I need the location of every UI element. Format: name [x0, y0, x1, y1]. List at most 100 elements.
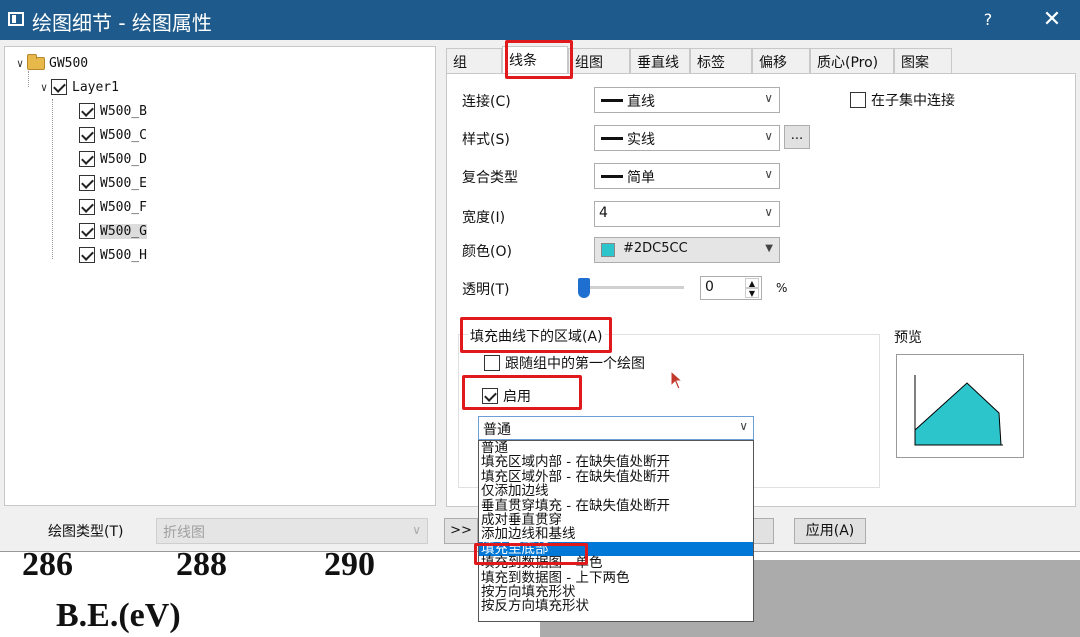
- window-title: 绘图细节 - 绘图属性: [32, 11, 212, 35]
- compound-type-value: 简单: [627, 170, 655, 186]
- follow-first-label: 跟随组中的第一个绘图: [505, 356, 645, 372]
- fill-mode-value: 普通: [483, 422, 511, 438]
- tree-label: W500_F: [100, 199, 147, 215]
- tree-label: W500_D: [100, 151, 147, 167]
- annotation-box-fill-group: [460, 317, 612, 353]
- close-button[interactable]: ✕: [1038, 6, 1066, 34]
- tree-item-plot[interactable]: W500_C: [79, 124, 147, 146]
- plot-checkbox[interactable]: [79, 127, 95, 143]
- plot-checkbox[interactable]: [79, 247, 95, 263]
- follow-first-option[interactable]: 跟随组中的第一个绘图: [484, 353, 645, 373]
- style-more-button[interactable]: ...: [784, 125, 810, 149]
- tab-pattern[interactable]: 图案: [894, 48, 952, 74]
- tree-item-root[interactable]: ∨ GW500: [13, 52, 88, 74]
- tree-item-plot[interactable]: W500_H: [79, 244, 147, 266]
- mouse-cursor-icon: [670, 370, 684, 390]
- subset-connect-label: 在子集中连接: [871, 93, 955, 109]
- connect-label: 连接(C): [462, 94, 511, 110]
- chevron-down-icon[interactable]: ∨: [13, 57, 27, 70]
- fill-option[interactable]: 普通: [479, 441, 753, 455]
- fill-option[interactable]: 填充到数据图 - 上下两色: [479, 570, 753, 585]
- tree-label: W500_E: [100, 175, 147, 191]
- tree-label: W500_C: [100, 127, 147, 143]
- tree-item-layer[interactable]: ∨ Layer1: [37, 76, 119, 98]
- tree-label: Layer1: [72, 79, 119, 95]
- percent-unit: %: [776, 281, 788, 295]
- help-button[interactable]: ?: [976, 8, 1000, 32]
- spin-up-icon[interactable]: ▲: [745, 278, 759, 288]
- spin-down-icon[interactable]: ▼: [745, 288, 759, 298]
- style-value: 实线: [627, 132, 655, 148]
- tree-item-plot[interactable]: W500_F: [79, 196, 147, 218]
- plot-checkbox[interactable]: [79, 175, 95, 191]
- color-swatch: [601, 243, 615, 257]
- fill-option[interactable]: 仅添加边线: [479, 484, 753, 499]
- follow-first-checkbox[interactable]: [484, 355, 500, 371]
- tree-item-plot[interactable]: W500_B: [79, 100, 147, 122]
- tree-label: GW500: [49, 55, 89, 71]
- fill-option[interactable]: 添加边线和基线: [479, 527, 753, 542]
- plot-checkbox[interactable]: [79, 151, 95, 167]
- annotation-box-line-tab: [505, 40, 573, 79]
- preview-box: [896, 354, 1024, 458]
- annotation-box-enable: [462, 375, 582, 410]
- chevron-down-icon[interactable]: ∨: [37, 81, 51, 94]
- plot-checkbox[interactable]: [79, 223, 95, 239]
- plot-type-value: 折线图: [163, 525, 205, 541]
- tab-label[interactable]: 标签: [690, 48, 752, 74]
- style-select[interactable]: 实线 ∨: [594, 125, 780, 151]
- chevron-down-icon: ∨: [412, 523, 421, 537]
- connect-select[interactable]: 直线 ∨: [594, 87, 780, 113]
- transparency-track: [584, 286, 684, 289]
- width-label: 宽度(I): [462, 210, 506, 226]
- width-select[interactable]: 4 ∨: [594, 201, 780, 227]
- line-sample-icon: [601, 175, 623, 178]
- preview-plot: [914, 375, 1003, 446]
- subset-connect-option[interactable]: 在子集中连接: [850, 90, 955, 110]
- tab-drop-lines[interactable]: 垂直线: [630, 48, 690, 74]
- tree-item-plot[interactable]: W500_D: [79, 148, 147, 170]
- chevron-down-icon: ∨: [764, 167, 773, 181]
- compound-type-select[interactable]: 简单 ∨: [594, 163, 780, 189]
- title-bar[interactable]: 绘图细节 - 绘图属性 ? ✕: [0, 0, 1080, 40]
- fill-mode-list[interactable]: 普通 填充区域内部 - 在缺失值处断开 填充区域外部 - 在缺失值处断开 仅添加…: [478, 440, 754, 622]
- plot-checkbox[interactable]: [79, 103, 95, 119]
- fill-option[interactable]: 垂直贯穿填充 - 在缺失值处断开: [479, 498, 753, 513]
- layer-checkbox[interactable]: [51, 79, 67, 95]
- window-icon: [8, 12, 24, 26]
- transparency-spinner[interactable]: 0 ▲ ▼: [700, 276, 762, 300]
- fill-option[interactable]: 按方向填充形状: [479, 585, 753, 600]
- tree-label: W500_H: [100, 247, 147, 263]
- tree-label: W500_B: [100, 103, 147, 119]
- fill-mode-select[interactable]: 普通 ∨: [478, 416, 754, 440]
- transparency-label: 透明(T): [462, 282, 510, 298]
- caret-down-icon: ▼: [765, 243, 773, 254]
- subset-connect-checkbox[interactable]: [850, 92, 866, 108]
- chevron-down-icon: ∨: [764, 129, 773, 143]
- transparency-slider[interactable]: [578, 278, 590, 298]
- tree-item-plot[interactable]: W500_G: [79, 220, 147, 242]
- transparency-value: 0: [705, 279, 714, 295]
- plot-checkbox[interactable]: [79, 199, 95, 215]
- tab-group[interactable]: 组: [446, 48, 502, 74]
- apply-button[interactable]: 应用(A): [794, 518, 866, 544]
- fill-option[interactable]: 填充区域外部 - 在缺失值处断开: [479, 469, 753, 484]
- x-axis-label: B.E.(eV): [56, 597, 181, 634]
- fill-option[interactable]: 按反方向填充形状: [479, 599, 753, 614]
- folder-icon: [27, 53, 45, 70]
- color-value: #2DC5CC: [623, 241, 688, 256]
- chevron-down-icon: ∨: [764, 205, 773, 219]
- color-select[interactable]: #2DC5CC ▼: [594, 237, 780, 263]
- fill-option[interactable]: 填充区域内部 - 在缺失值处断开: [479, 455, 753, 470]
- tab-offset[interactable]: 偏移: [752, 48, 810, 74]
- tab-centroid[interactable]: 质心(Pro): [810, 48, 894, 74]
- tree-item-plot[interactable]: W500_E: [79, 172, 147, 194]
- connect-value: 直线: [627, 94, 655, 110]
- plot-type-label: 绘图类型(T): [48, 524, 124, 540]
- annotation-box-fill-to-bottom: [474, 543, 588, 565]
- color-label: 颜色(O): [462, 244, 512, 260]
- width-value: 4: [599, 205, 608, 221]
- expand-button[interactable]: >>: [444, 518, 478, 544]
- tab-drop-lines-group[interactable]: 组图: [568, 48, 630, 74]
- plot-tree[interactable]: ∨ GW500 ∨ Layer1 W500_B W500_C W500_D W5…: [4, 46, 436, 506]
